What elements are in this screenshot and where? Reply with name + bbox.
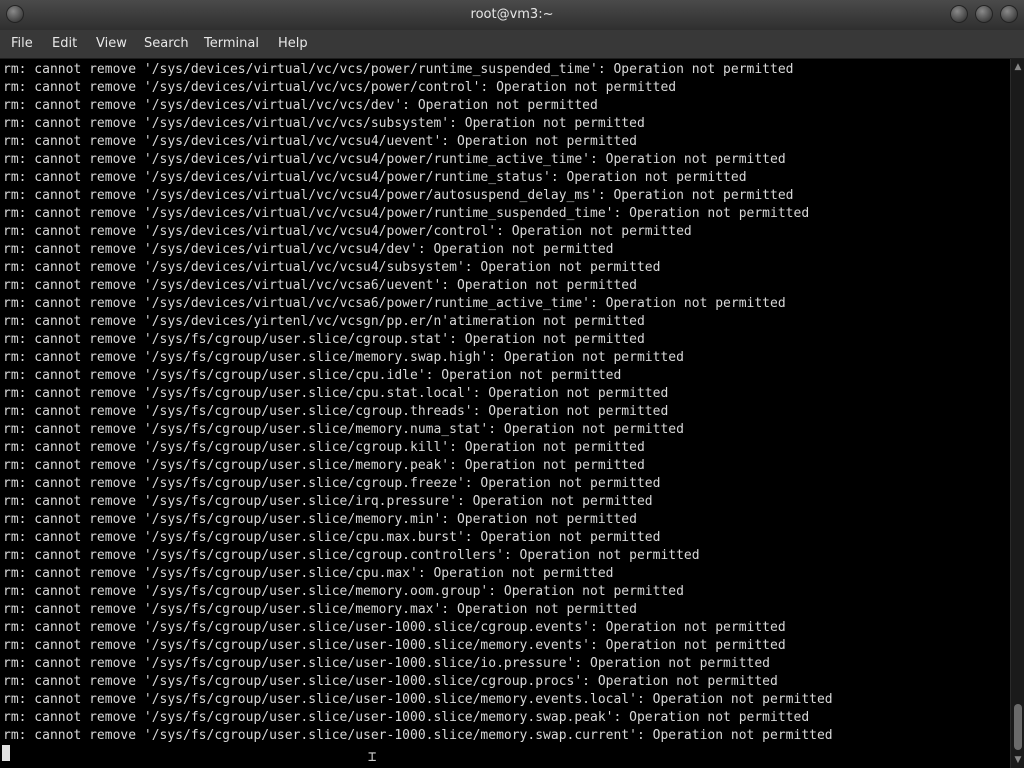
terminal-line: rm: cannot remove '/sys/devices/virtual/… bbox=[3, 206, 810, 221]
terminal-line: rm: cannot remove '/sys/devices/virtual/… bbox=[3, 296, 786, 311]
terminal-line: rm: cannot remove '/sys/fs/cgroup/user.s… bbox=[3, 422, 684, 437]
terminal-line: rm: cannot remove '/sys/fs/cgroup/user.s… bbox=[3, 404, 669, 419]
menu-edit[interactable]: Edit bbox=[50, 36, 79, 51]
terminal-line: rm: cannot remove '/sys/devices/virtual/… bbox=[3, 80, 677, 95]
terminal-line: rm: cannot remove '/sys/devices/virtual/… bbox=[3, 278, 637, 293]
menu-bar: File Edit View Search Terminal Help bbox=[0, 30, 1024, 59]
menu-file[interactable]: File bbox=[9, 36, 35, 51]
terminal-line: rm: cannot remove '/sys/devices/virtual/… bbox=[3, 170, 747, 185]
terminal-line: rm: cannot remove '/sys/fs/cgroup/user.s… bbox=[3, 386, 669, 401]
terminal-line: rm: cannot remove '/sys/devices/virtual/… bbox=[3, 152, 786, 167]
terminal-line: rm: cannot remove '/sys/fs/cgroup/user.s… bbox=[3, 692, 833, 707]
terminal-line: rm: cannot remove '/sys/devices/virtual/… bbox=[3, 116, 645, 131]
minimize-icon[interactable] bbox=[950, 5, 968, 23]
terminal-line: rm: cannot remove '/sys/fs/cgroup/user.s… bbox=[3, 656, 771, 671]
terminal-line: rm: cannot remove '/sys/devices/yirtenl/… bbox=[3, 314, 645, 329]
scroll-down-icon[interactable]: ▼ bbox=[1013, 755, 1023, 765]
terminal-line: rm: cannot remove '/sys/fs/cgroup/user.s… bbox=[3, 638, 786, 653]
terminal-line: rm: cannot remove '/sys/fs/cgroup/user.s… bbox=[3, 368, 622, 383]
text-ibeam-cursor-icon: ⌶ bbox=[368, 749, 377, 765]
terminal-line: rm: cannot remove '/sys/fs/cgroup/user.s… bbox=[3, 710, 810, 725]
menu-help[interactable]: Help bbox=[276, 36, 310, 51]
terminal-line: rm: cannot remove '/sys/fs/cgroup/user.s… bbox=[3, 728, 833, 743]
terminal-line: rm: cannot remove '/sys/fs/cgroup/user.s… bbox=[3, 584, 684, 599]
terminal-line: rm: cannot remove '/sys/devices/virtual/… bbox=[3, 188, 794, 203]
scroll-up-icon[interactable]: ▲ bbox=[1013, 62, 1023, 72]
terminal-line: rm: cannot remove '/sys/devices/virtual/… bbox=[3, 242, 614, 257]
terminal-line: rm: cannot remove '/sys/fs/cgroup/user.s… bbox=[3, 530, 661, 545]
terminal-line: rm: cannot remove '/sys/devices/virtual/… bbox=[3, 62, 794, 77]
terminal-line: rm: cannot remove '/sys/fs/cgroup/user.s… bbox=[3, 620, 786, 635]
terminal-line: rm: cannot remove '/sys/fs/cgroup/user.s… bbox=[3, 332, 645, 347]
terminal-line: rm: cannot remove '/sys/devices/virtual/… bbox=[3, 260, 661, 275]
terminal-cursor bbox=[2, 745, 10, 761]
menu-view[interactable]: View bbox=[94, 36, 129, 51]
close-icon[interactable] bbox=[1000, 5, 1018, 23]
terminal-line: rm: cannot remove '/sys/devices/virtual/… bbox=[3, 98, 598, 113]
window-title: root@vm3:~ bbox=[470, 7, 554, 22]
terminal-line: rm: cannot remove '/sys/devices/virtual/… bbox=[3, 224, 692, 239]
terminal-line: rm: cannot remove '/sys/fs/cgroup/user.s… bbox=[3, 602, 637, 617]
menu-terminal[interactable]: Terminal bbox=[202, 36, 261, 51]
terminal-line: rm: cannot remove '/sys/fs/cgroup/user.s… bbox=[3, 350, 684, 365]
title-bar[interactable]: root@vm3:~ bbox=[0, 0, 1024, 30]
menu-search[interactable]: Search bbox=[142, 36, 191, 51]
maximize-icon[interactable] bbox=[975, 5, 993, 23]
terminal-line: rm: cannot remove '/sys/fs/cgroup/user.s… bbox=[3, 548, 700, 563]
terminal-line: rm: cannot remove '/sys/fs/cgroup/user.s… bbox=[3, 458, 645, 473]
terminal-line: rm: cannot remove '/sys/devices/virtual/… bbox=[3, 134, 637, 149]
terminal-line: rm: cannot remove '/sys/fs/cgroup/user.s… bbox=[3, 476, 661, 491]
terminal-line: rm: cannot remove '/sys/fs/cgroup/user.s… bbox=[3, 494, 653, 509]
vertical-scrollbar[interactable]: ▲ ▼ bbox=[1010, 59, 1024, 768]
scroll-thumb[interactable] bbox=[1014, 704, 1022, 750]
terminal-output[interactable]: rm: cannot remove '/sys/devices/virtual/… bbox=[0, 59, 1010, 768]
terminal-line: rm: cannot remove '/sys/fs/cgroup/user.s… bbox=[3, 674, 778, 689]
terminal-line: rm: cannot remove '/sys/fs/cgroup/user.s… bbox=[3, 566, 614, 581]
terminal-line: rm: cannot remove '/sys/fs/cgroup/user.s… bbox=[3, 512, 637, 527]
terminal-line: rm: cannot remove '/sys/fs/cgroup/user.s… bbox=[3, 440, 645, 455]
